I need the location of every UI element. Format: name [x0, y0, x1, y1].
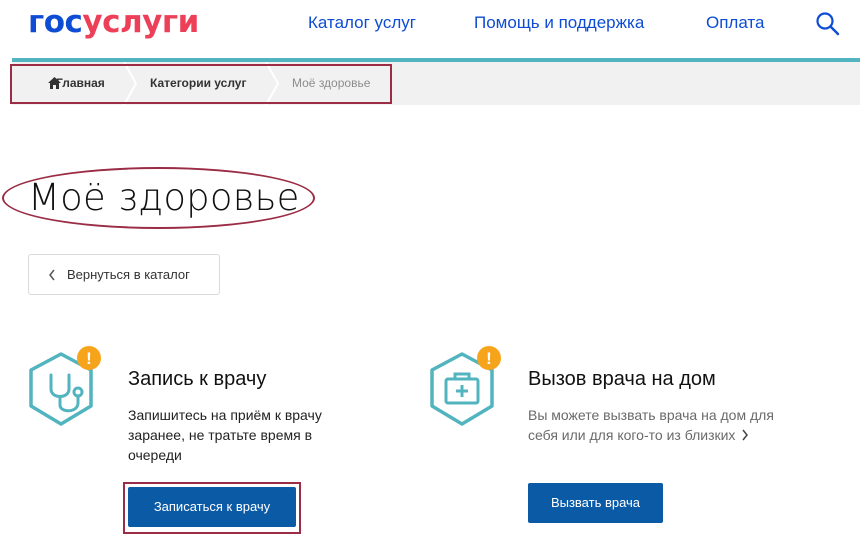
breadcrumb-highlight-annotation — [10, 64, 392, 104]
nav-help-link[interactable]: Помощь и поддержка — [474, 12, 644, 34]
chevron-right-icon — [742, 429, 749, 441]
badge-exclamation: ! — [86, 349, 92, 368]
service-description: Запишитесь на приём к врачу заранее, не … — [128, 407, 322, 463]
service-title[interactable]: Вызов врача на дом — [528, 367, 716, 391]
service-description[interactable]: Вы можете вызвать врача на дом для себя … — [528, 405, 778, 445]
nav-catalog-link[interactable]: Каталог услуг — [308, 12, 416, 34]
button-highlight-annotation — [123, 482, 301, 534]
page-title: Моё здоровье — [28, 176, 300, 219]
stethoscope-icon: ! — [29, 346, 101, 426]
back-button-label: Вернуться в каталог — [67, 267, 190, 282]
chevron-left-icon — [49, 269, 55, 281]
badge-exclamation: ! — [486, 349, 492, 368]
service-description-text: Вы можете вызвать врача на дом для себя … — [528, 407, 774, 443]
logo-part-uslugi: услуги — [82, 4, 199, 40]
search-button[interactable] — [815, 11, 841, 37]
gosuslugi-logo[interactable]: госуслуги — [28, 2, 199, 42]
service-title[interactable]: Запись к врачу — [128, 367, 266, 391]
back-to-catalog-button[interactable]: Вернуться в каталог — [28, 254, 220, 295]
site-header: госуслуги Каталог услуг Помощь и поддерж… — [0, 0, 860, 62]
nav-payment-link[interactable]: Оплата — [706, 12, 764, 34]
search-icon — [816, 12, 840, 36]
logo-part-gos: гос — [28, 4, 83, 40]
call-doctor-button[interactable]: Вызвать врача — [528, 483, 663, 523]
medical-kit-icon: ! — [430, 346, 501, 426]
